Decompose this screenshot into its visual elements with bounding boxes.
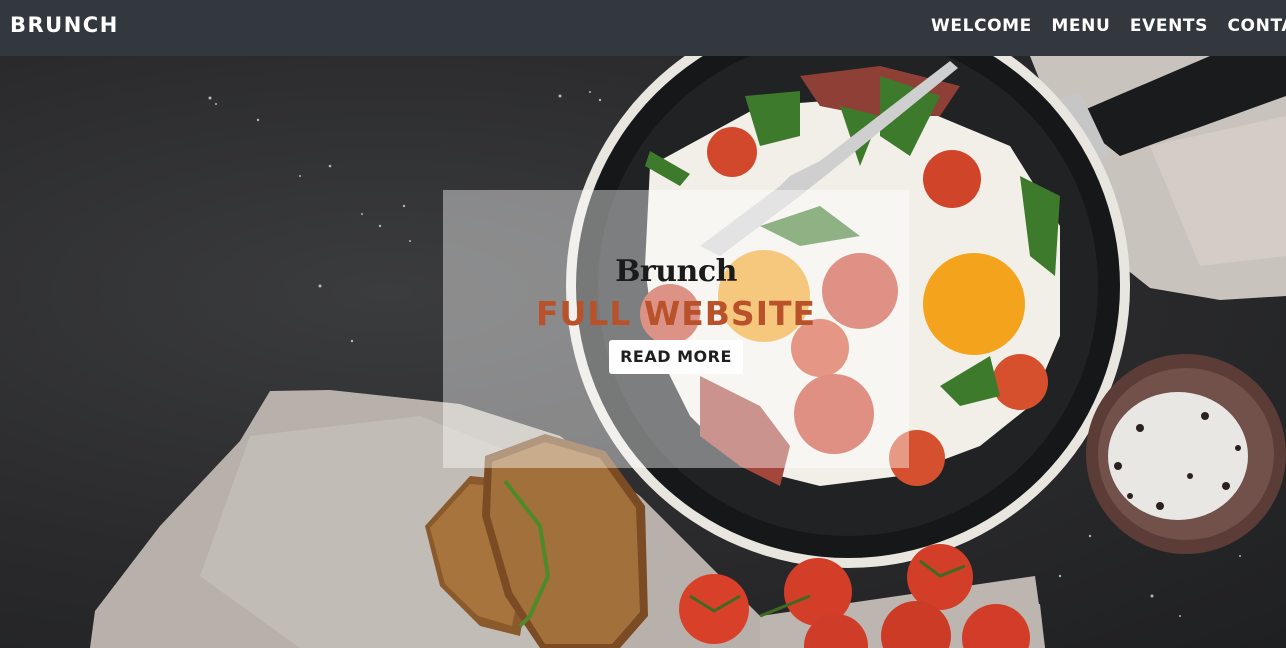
hero-title: FULL WEBSITE xyxy=(535,294,817,333)
hero-section: Brunch FULL WEBSITE READ MORE xyxy=(0,56,1286,648)
brand-logo[interactable]: BRUNCH xyxy=(10,13,119,37)
hero-overlay-card: Brunch FULL WEBSITE READ MORE xyxy=(443,190,909,468)
nav-item-events[interactable]: EVENTS xyxy=(1130,16,1208,36)
nav-item-menu[interactable]: MENU xyxy=(1051,16,1110,36)
read-more-button[interactable]: READ MORE xyxy=(609,340,743,374)
top-navigation-bar: BRUNCH WELCOME MENU EVENTS CONTACT xyxy=(0,0,1286,56)
main-nav: WELCOME MENU EVENTS CONTACT xyxy=(931,16,1286,36)
nav-item-welcome[interactable]: WELCOME xyxy=(931,16,1032,36)
nav-item-contact[interactable]: CONTACT xyxy=(1227,16,1286,36)
hero-script-logo: Brunch xyxy=(615,254,737,289)
